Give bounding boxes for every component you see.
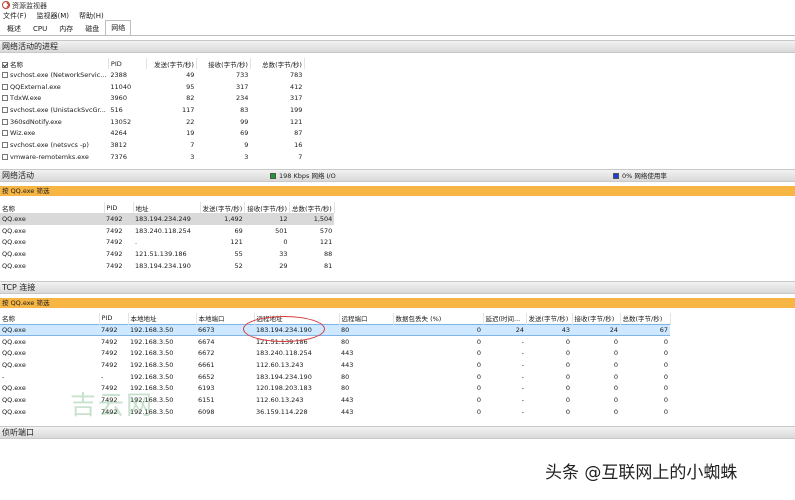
tcp-header-row: 名称 PID 本地地址 本地端口 远程地址 远程端口 数据包丢失 (%) 延迟(… (0, 313, 671, 324)
row-checkbox[interactable] (2, 130, 8, 137)
watermark-logo: 吉云网 (70, 391, 155, 421)
column-header-name[interactable]: 名称 (0, 202, 105, 213)
tab-cpu[interactable]: CPU (27, 22, 53, 35)
column-header-packet-loss[interactable]: 数据包丢失 (%) (393, 313, 484, 324)
table-row[interactable]: QQ.exe 7492 183.240.118.254 69 501 570 (0, 225, 334, 237)
network-usage-indicator: 0% 网络使用率 (613, 170, 667, 182)
table-row[interactable]: vmware-remotemks.exe 7376 3 3 7 (0, 151, 304, 163)
row-checkbox[interactable] (2, 153, 8, 160)
network-activity-section-header[interactable]: 网络活动 198 Kbps 网络 I/O 0% 网络使用率 (0, 169, 795, 182)
network-io-indicator: 198 Kbps 网络 I/O (270, 170, 336, 182)
table-row[interactable]: TdxW.exe 3960 82 234 317 (0, 92, 304, 104)
processes-header-row: 名称 PID 发送(字节/秒) 接收(字节/秒) 总数(字节/秒) (0, 58, 305, 69)
network-activity-title: 网络活动 (2, 171, 34, 180)
column-header-send[interactable]: 发送(字节/秒) (526, 313, 573, 324)
row-checkbox[interactable] (2, 106, 8, 113)
select-all-checkbox[interactable] (2, 61, 8, 68)
listening-ports-title: 侦听端口 (2, 428, 34, 437)
column-header-receive[interactable]: 接收(字节/秒) (244, 202, 291, 213)
tab-network[interactable]: 网络 (105, 20, 132, 35)
table-row[interactable]: QQ.exe 7492 192.168.3.50 6661 112.60.13.243 4… (0, 359, 670, 371)
column-header-local-port[interactable]: 本地端口 (196, 313, 255, 324)
column-header-name[interactable]: 名称 (0, 313, 100, 324)
column-header-pid[interactable]: PID (108, 58, 147, 69)
menu-monitor[interactable]: 监视器(M) (37, 11, 70, 21)
tab-bar: 概述 CPU 内存 磁盘 网络 (0, 20, 795, 36)
column-header-receive[interactable]: 接收(字节/秒) (572, 313, 621, 324)
table-row[interactable]: QQ.exe 7492 192.168.3.50 6673 183.194.234.19… (0, 323, 670, 337)
column-header-send[interactable]: 发送(字节/秒) (200, 202, 246, 213)
network-activity-header-row: 名称 PID 地址 发送(字节/秒) 接收(字节/秒) 总数(字节/秒) (0, 202, 335, 213)
table-row[interactable]: QQExternal.exe 11040 95 317 412 (0, 81, 304, 93)
table-row[interactable]: 360sdNotify.exe 13052 22 99 121 (0, 116, 304, 128)
tab-memory[interactable]: 内存 (53, 22, 79, 35)
table-row[interactable]: QQ.exe 7492 183.194.234.249 1,492 12 1,504 (0, 213, 335, 225)
menu-help[interactable]: 帮助(H) (79, 11, 104, 21)
row-checkbox[interactable] (2, 118, 8, 125)
column-header-total[interactable]: 总数(字节/秒) (289, 202, 335, 213)
watermark-author: 头条 @互联网上的小蜘蛛 (545, 463, 738, 483)
tcp-section-title: TCP 连接 (2, 283, 36, 292)
tab-disk[interactable]: 磁盘 (79, 22, 105, 35)
tcp-section-header[interactable]: TCP 连接 (0, 281, 795, 294)
table-row[interactable]: QQ.exe 7492 183.194.234.190 52 29 81 (0, 260, 334, 272)
table-row[interactable]: QQ.exe 7492 192.168.3.50 6674 121.51.139.186… (0, 336, 670, 348)
table-row[interactable]: svchost.exe (netsvcs -p) 3812 7 9 16 (0, 139, 304, 151)
resource-monitor-icon (2, 1, 10, 9)
column-header-name[interactable]: 名称 (0, 58, 109, 69)
column-header-latency[interactable]: 延迟(时间... (483, 313, 527, 324)
table-row[interactable]: svchost.exe (UnistackSvcGr... 516 117 83 199 (0, 104, 304, 116)
column-header-send[interactable]: 发送(字节/秒) (146, 58, 197, 69)
row-checkbox[interactable] (2, 71, 8, 78)
network-activity-filter-bar[interactable]: 按 QQ.exe 筛选 (0, 186, 795, 196)
processes-table: 名称 PID 发送(字节/秒) 接收(字节/秒) 总数(字节/秒) svchos… (0, 58, 305, 163)
listening-ports-section-header[interactable]: 侦听端口 (0, 426, 795, 439)
network-io-legend-icon (270, 173, 276, 179)
table-row[interactable]: QQ.exe 7492 121.51.139.186 55 33 88 (0, 248, 334, 260)
row-checkbox[interactable] (2, 83, 8, 90)
title-bar: 资源监视器 (0, 0, 795, 10)
filter-label: 按 QQ.exe 筛选 (2, 187, 50, 195)
table-row[interactable]: svchost.exe (NetworkServic... 2388 49 733 78… (0, 69, 304, 81)
tab-overview[interactable]: 概述 (1, 22, 27, 35)
column-header-pid[interactable]: PID (99, 313, 129, 324)
network-usage-legend-icon (613, 173, 619, 179)
row-checkbox[interactable] (2, 141, 8, 148)
processes-section-header[interactable]: 网络活动的进程 (0, 40, 795, 53)
table-row[interactable]: QQ.exe 7492 192.168.3.50 6672 183.240.118.25… (0, 347, 670, 359)
table-row[interactable]: - -192.168.3.50 6652 183.194.234.190 80 0-0 0 0 (0, 371, 670, 383)
table-row[interactable]: Wiz.exe 4264 19 69 87 (0, 127, 304, 139)
table-row[interactable]: QQ.exe 7492. 121 0 121 (0, 236, 334, 248)
filter-label: 按 QQ.exe 筛选 (2, 299, 50, 307)
processes-section-title: 网络活动的进程 (2, 42, 58, 51)
remote-address-annotation-circle (243, 316, 325, 342)
column-header-receive[interactable]: 接收(字节/秒) (196, 58, 251, 69)
row-checkbox[interactable] (2, 95, 8, 102)
column-header-total[interactable]: 总数(字节/秒) (620, 313, 671, 324)
network-activity-table: 名称 PID 地址 发送(字节/秒) 接收(字节/秒) 总数(字节/秒) QQ.… (0, 202, 335, 271)
column-header-pid[interactable]: PID (104, 202, 134, 213)
column-header-remote-port[interactable]: 远程端口 (339, 313, 394, 324)
column-header-local-address[interactable]: 本地地址 (128, 313, 197, 324)
column-header-total[interactable]: 总数(字节/秒) (250, 58, 305, 69)
tcp-filter-bar[interactable]: 按 QQ.exe 筛选 (0, 298, 795, 308)
menu-file[interactable]: 文件(F) (3, 11, 27, 21)
column-header-address[interactable]: 地址 (133, 202, 201, 213)
